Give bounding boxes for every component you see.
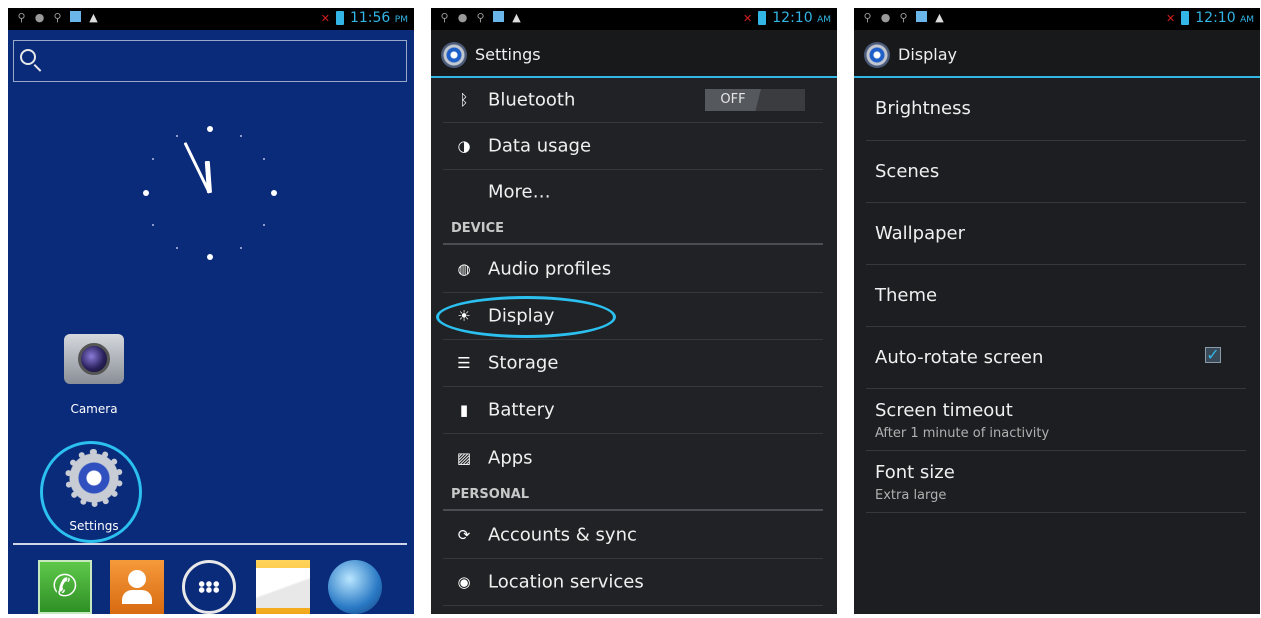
no-signal-icon: ✕ (743, 11, 753, 25)
status-bar: ⚲ ● ⚲ ▲ ✕ 11:56 PM (8, 8, 414, 30)
display-item-auto-rotate[interactable]: Auto-rotate screen ✓ (866, 327, 1246, 389)
android-debug-icon: ● (457, 11, 468, 24)
action-bar: Display (854, 30, 1260, 78)
dock: ✆ (8, 556, 414, 614)
analog-clock-widget[interactable] (140, 123, 280, 263)
usb-icon: ⚲ (476, 11, 485, 24)
battery-icon: ▮ (459, 401, 469, 419)
status-bar: ⚲ ● ⚲ ▲ ✕ 12:10 AM (431, 8, 837, 30)
data-usage-icon: ◑ (457, 137, 471, 155)
usb-icon: ⚲ (440, 11, 449, 24)
settings-screen: ⚲ ● ⚲ ▲ ✕ 12:10 AM Settings ᛒ Bluetooth … (431, 8, 837, 614)
settings-item-storage[interactable]: ☰ Storage (443, 340, 823, 387)
contacts-icon[interactable] (110, 560, 164, 614)
home-screen: ⚲ ● ⚲ ▲ ✕ 11:56 PM Camera Settings ✆ (8, 8, 414, 614)
search-bar[interactable] (13, 40, 407, 82)
battery-icon (758, 11, 767, 25)
battery-icon (1181, 11, 1190, 25)
settings-item-apps[interactable]: ▨ Apps (443, 434, 823, 481)
section-header-device: DEVICE (443, 216, 823, 245)
dock-divider (13, 543, 407, 545)
page-title: Settings (475, 45, 541, 64)
no-signal-icon: ✕ (320, 11, 330, 25)
section-header-personal: PERSONAL (443, 482, 823, 511)
warning-icon: ▲ (512, 11, 521, 24)
browser-globe-icon[interactable] (328, 560, 382, 614)
display-item-font-size[interactable]: Font size Extra large (866, 451, 1246, 513)
settings-gear-icon[interactable] (441, 42, 467, 68)
settings-item-more[interactable]: More… (443, 170, 823, 214)
battery-icon (335, 11, 344, 25)
camera-icon[interactable] (64, 334, 124, 384)
usb-icon: ⚲ (899, 11, 908, 24)
audio-profiles-icon: ◍ (457, 260, 471, 278)
android-debug-icon: ● (34, 11, 45, 24)
settings-item-data-usage[interactable]: ◑ Data usage (443, 123, 823, 170)
action-bar: Settings (431, 30, 837, 78)
usb-icon: ⚲ (53, 11, 62, 24)
phone-icon[interactable]: ✆ (38, 560, 92, 614)
status-time: 12:10 AM (772, 10, 831, 26)
highlight-circle (40, 441, 142, 543)
bluetooth-toggle[interactable]: OFF (705, 89, 805, 111)
notification-icons: ⚲ ● ⚲ ▲ (862, 11, 945, 24)
display-item-theme[interactable]: Theme (866, 265, 1246, 327)
usb-icon: ⚲ (17, 11, 26, 24)
settings-item-audio-profiles[interactable]: ◍ Audio profiles (443, 246, 823, 293)
settings-item-battery[interactable]: ▮ Battery (443, 387, 823, 434)
display-gear-icon[interactable] (864, 42, 890, 68)
calendar-icon (916, 11, 927, 22)
display-item-screen-timeout[interactable]: Screen timeout After 1 minute of inactiv… (866, 389, 1246, 451)
no-signal-icon: ✕ (1166, 11, 1176, 25)
location-icon: ◉ (457, 573, 471, 591)
display-item-brightness[interactable]: Brightness (866, 78, 1246, 141)
display-item-scenes[interactable]: Scenes (866, 141, 1246, 203)
sync-icon: ⟳ (457, 526, 471, 544)
settings-item-bluetooth[interactable]: ᛒ Bluetooth OFF (443, 78, 823, 123)
page-title: Display (898, 45, 957, 64)
status-bar: ⚲ ● ⚲ ▲ ✕ 12:10 AM (854, 8, 1260, 30)
display-settings-screen: ⚲ ● ⚲ ▲ ✕ 12:10 AM Display Brightness Sc… (854, 8, 1260, 614)
bluetooth-icon: ᛒ (459, 91, 469, 109)
auto-rotate-checkbox[interactable]: ✓ (1205, 347, 1221, 363)
hour-hand (204, 160, 212, 194)
usb-icon: ⚲ (863, 11, 872, 24)
calendar-icon (70, 11, 81, 22)
warning-icon: ▲ (935, 11, 944, 24)
notification-icons: ⚲ ● ⚲ ▲ (439, 11, 522, 24)
calendar-icon (493, 11, 504, 22)
highlight-ellipse (436, 296, 616, 338)
warning-icon: ▲ (89, 11, 98, 24)
apps-icon: ▨ (456, 448, 472, 467)
android-debug-icon: ● (880, 11, 891, 24)
search-icon[interactable] (20, 49, 36, 65)
camera-app[interactable]: Camera (54, 334, 134, 416)
storage-icon: ☰ (457, 354, 471, 372)
settings-item-accounts-sync[interactable]: ⟳ Accounts & sync (443, 512, 823, 559)
notification-icons: ⚲ ● ⚲ ▲ (16, 11, 99, 24)
settings-item-location-services[interactable]: ◉ Location services (443, 559, 823, 606)
status-time: 11:56 PM (349, 10, 408, 26)
app-drawer-icon[interactable] (182, 560, 236, 614)
app-label: Camera (70, 402, 118, 416)
status-time: 12:10 AM (1195, 10, 1254, 26)
display-item-wallpaper[interactable]: Wallpaper (866, 203, 1246, 265)
messaging-icon[interactable] (256, 560, 310, 614)
